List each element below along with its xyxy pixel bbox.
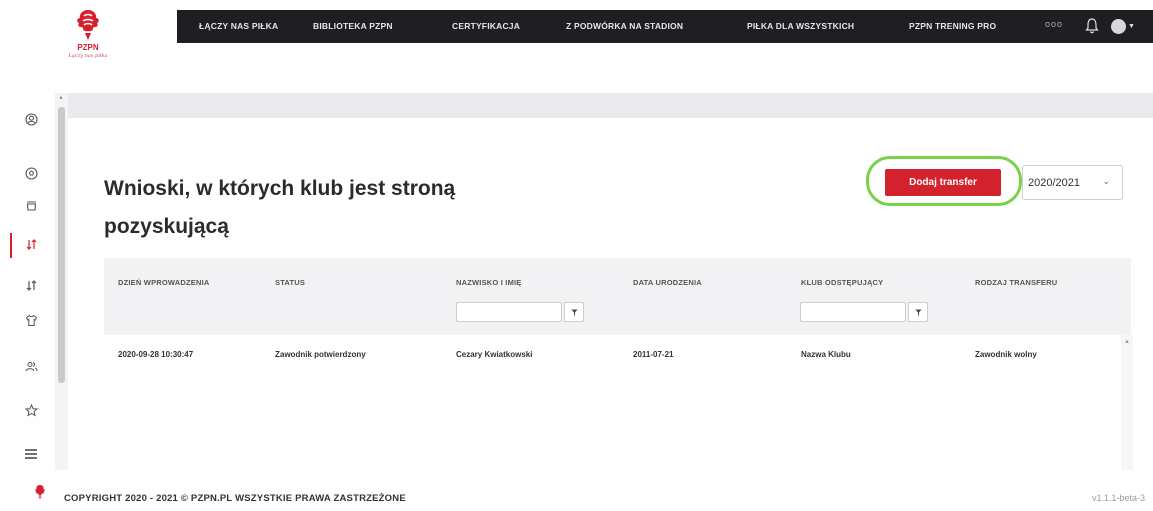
shirt-icon[interactable] bbox=[22, 311, 40, 329]
cell-date: 2020-09-28 10:30:47 bbox=[118, 350, 194, 359]
table-scrollbar[interactable]: ▲ bbox=[1121, 335, 1133, 470]
name-filter-input[interactable] bbox=[456, 302, 562, 322]
table-body: 2020-09-28 10:30:47 Zawodnik potwierdzon… bbox=[104, 335, 1131, 470]
nav-item-trening-pro[interactable]: PZPN TRENING PRO bbox=[909, 21, 996, 31]
users-icon[interactable] bbox=[22, 357, 40, 375]
filter-icon[interactable] bbox=[564, 302, 584, 322]
sidebar-scroll-thumb[interactable] bbox=[58, 107, 65, 383]
name-filter bbox=[456, 302, 584, 322]
nav-item-pilka-dla-wszystkich[interactable]: PIŁKA DLA WSZYSTKICH bbox=[747, 21, 854, 31]
eagle-logo-icon bbox=[77, 10, 99, 40]
footer: COPYRIGHT 2020 - 2021 © PZPN.PL WSZYSTKI… bbox=[0, 470, 1153, 511]
sidebar-scrollbar[interactable]: ▲ bbox=[55, 93, 68, 470]
season-select[interactable]: 2020/2021 ⌄ bbox=[1022, 165, 1123, 200]
transfer-arrows-icon[interactable] bbox=[22, 235, 40, 253]
filter-icon[interactable] bbox=[908, 302, 928, 322]
chevron-down-icon: ⌄ bbox=[1102, 176, 1110, 186]
version-label: v1.1.1-beta-3 bbox=[1091, 493, 1145, 503]
club-filter-input[interactable] bbox=[800, 302, 906, 322]
scroll-up-arrow-icon[interactable]: ▲ bbox=[58, 95, 64, 101]
nav-item-laczy-nas-pilka[interactable]: ŁĄCZY NAS PIŁKA bbox=[199, 21, 278, 31]
pzpn-logo[interactable]: PZPN Łączy nas piłka bbox=[58, 8, 118, 88]
column-header-name[interactable]: NAZWISKO I IMIĘ bbox=[456, 278, 522, 287]
cell-birthdate: 2011-07-21 bbox=[633, 350, 674, 359]
chevron-down-icon[interactable]: ▼ bbox=[1128, 23, 1135, 30]
scroll-up-arrow-icon[interactable]: ▲ bbox=[1124, 339, 1130, 345]
table-header: DZIEŃ WPROWADZENIA STATUS NAZWISKO I IMI… bbox=[104, 258, 1131, 335]
table-row[interactable]: 2020-09-28 10:30:47 Zawodnik potwierdzon… bbox=[104, 335, 1121, 375]
sidebar: ▲ bbox=[0, 93, 68, 470]
eagle-logo-icon bbox=[35, 485, 45, 499]
copyright-text: COPYRIGHT 2020 - 2021 © PZPN.PL WSZYSTKI… bbox=[64, 493, 406, 504]
logo-tagline: Łączy nas piłka bbox=[68, 53, 108, 59]
user-avatar[interactable] bbox=[1111, 19, 1126, 34]
bell-icon[interactable] bbox=[1085, 17, 1099, 35]
cell-transfer-type: Zawodnik wolny bbox=[975, 350, 1037, 359]
nav-item-z-podworka[interactable]: Z PODWÓRKA NA STADION bbox=[566, 21, 683, 31]
transfer-arrows-icon[interactable] bbox=[22, 276, 40, 294]
nav-item-biblioteka[interactable]: BIBLIOTEKA PZPN bbox=[313, 21, 393, 31]
column-header-date[interactable]: DZIEŃ WPROWADZENIA bbox=[118, 278, 210, 287]
menu-icon[interactable] bbox=[22, 445, 40, 463]
content-header-band bbox=[68, 93, 1153, 118]
club-filter bbox=[800, 302, 928, 322]
star-icon[interactable] bbox=[22, 401, 40, 419]
column-header-club[interactable]: KLUB ODSTĘPUJĄCY bbox=[801, 278, 883, 287]
cup-icon[interactable] bbox=[22, 196, 40, 214]
nav-item-certyfikacja[interactable]: CERTYFIKACJA bbox=[452, 21, 520, 31]
app-root: PZPN Łączy nas piłka ŁĄCZY NAS PIŁKA BIB… bbox=[0, 0, 1153, 511]
user-circle-icon[interactable] bbox=[22, 110, 40, 128]
top-navigation: ŁĄCZY NAS PIŁKA BIBLIOTEKA PZPN CERTYFIK… bbox=[177, 10, 1153, 43]
cell-status: Zawodnik potwierdzony bbox=[275, 350, 366, 359]
column-header-status[interactable]: STATUS bbox=[275, 278, 305, 287]
more-menu-icon[interactable]: ooo bbox=[1045, 19, 1063, 29]
season-value: 2020/2021 bbox=[1028, 176, 1080, 189]
column-header-birthdate[interactable]: DATA URODZENIA bbox=[633, 278, 702, 287]
column-header-transfer-type[interactable]: RODZAJ TRANSFERU bbox=[975, 278, 1057, 287]
logo-name: PZPN bbox=[77, 43, 99, 52]
football-icon[interactable] bbox=[22, 164, 40, 182]
cell-name: Cezary Kwiatkowski bbox=[456, 350, 533, 359]
page-title: Wnioski, w których klub jest stroną pozy… bbox=[104, 177, 456, 238]
sidebar-active-indicator bbox=[10, 233, 12, 258]
highlight-outline bbox=[866, 156, 1022, 206]
cell-club: Nazwa Klubu bbox=[801, 350, 851, 359]
